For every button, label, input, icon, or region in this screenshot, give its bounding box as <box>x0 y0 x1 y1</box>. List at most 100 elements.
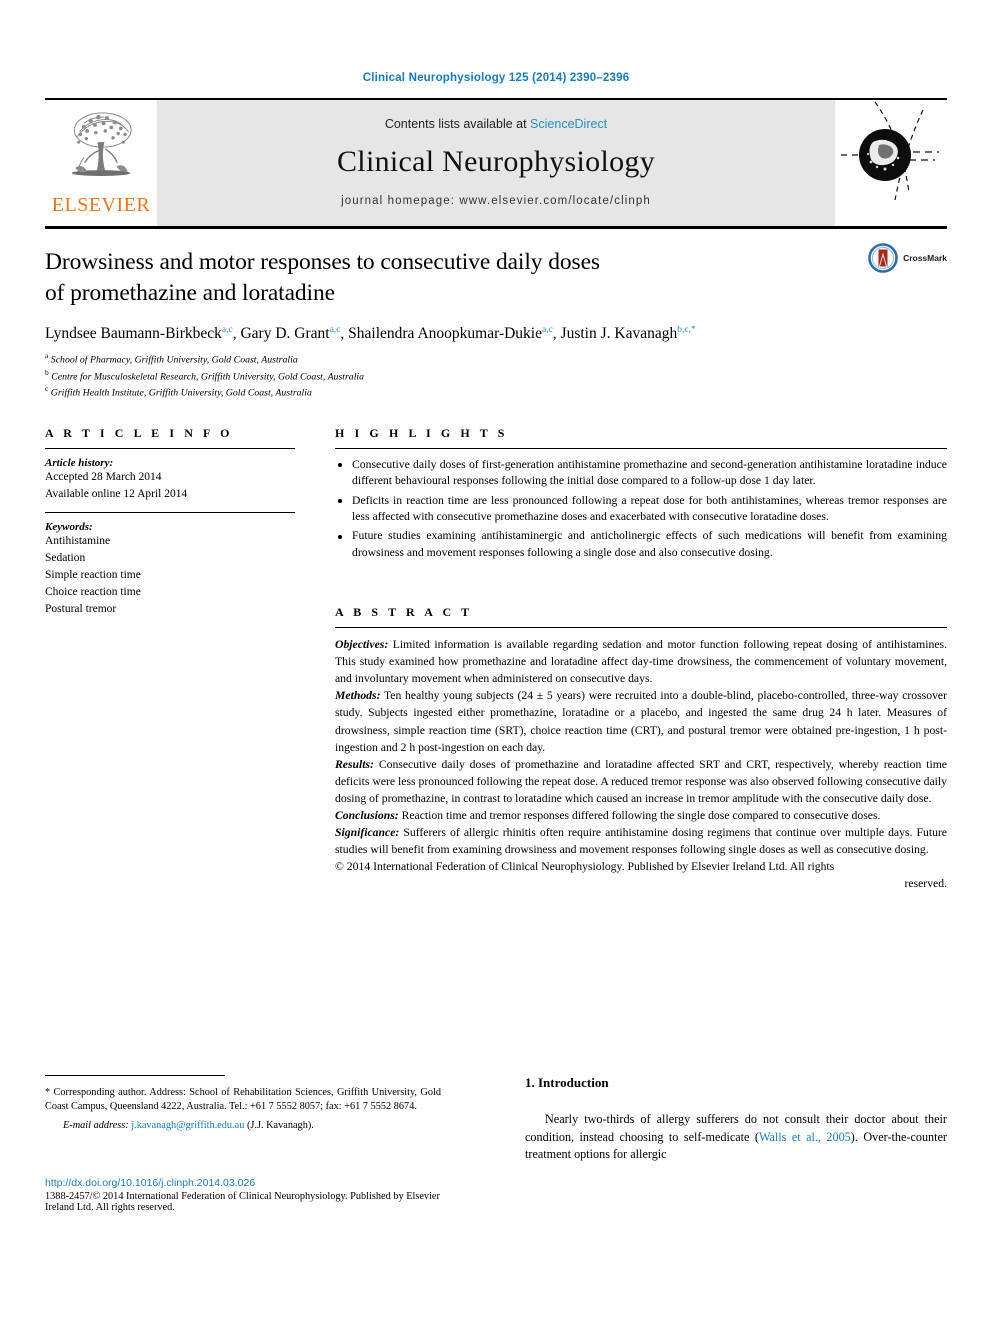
author-affil-marks: a,c <box>221 325 233 336</box>
divider <box>335 627 947 629</box>
abstract-section: Conclusions: Reaction time and tremor re… <box>335 807 947 824</box>
footnote-column: * Corresponding author. Address: School … <box>45 1075 465 1213</box>
abstract-heading: A B S T R A C T <box>335 605 473 620</box>
highlights-abstract-column: H I G H L I G H T S Consecutive daily do… <box>313 426 947 892</box>
divider <box>45 511 295 513</box>
email-owner: (J.J. Kavanagh). <box>246 1119 314 1131</box>
elsevier-tree-icon <box>71 112 132 177</box>
journal-homepage-line[interactable]: journal homepage: www.elsevier.com/locat… <box>341 195 651 207</box>
journal-title: Clinical Neurophysiology <box>337 145 655 178</box>
abstract-section-text: Sufferers of allergic rhinitis often req… <box>335 826 947 857</box>
running-head: Clinical Neurophysiology 125 (2014) 2390… <box>362 72 630 84</box>
introduction-heading: 1. Introduction <box>525 1075 609 1090</box>
article-info-heading: A R T I C L E I N F O <box>45 425 234 440</box>
abstract-section-text: Limited information is available regardi… <box>335 638 947 686</box>
highlight-item: Consecutive daily doses of first-generat… <box>335 457 947 490</box>
affiliation-mark: b <box>45 367 49 377</box>
title-line-1: Drowsiness and motor responses to consec… <box>45 249 600 275</box>
author[interactable]: Justin J. Kavanaghb,c,* <box>561 325 696 342</box>
page-bottom: * Corresponding author. Address: School … <box>45 1075 947 1213</box>
article-history-label: Article history: <box>45 456 114 469</box>
contents-prefix: Contents lists available at <box>384 117 531 131</box>
affiliation-list: a School of Pharmacy, Griffith Universit… <box>45 351 947 400</box>
copyright-last: reserved. <box>904 877 947 891</box>
keyword-item: Postural tremor <box>45 603 117 615</box>
article-history-item: Available online 12 April 2014 <box>45 487 188 500</box>
page-title: Drowsiness and motor responses to consec… <box>45 247 827 308</box>
info-columns: A R T I C L E I N F O Article history: A… <box>45 426 947 892</box>
author-list: Lyndsee Baumann-Birkbecka,c, Gary D. Gra… <box>45 324 947 344</box>
abstract-section-text: Reaction time and tremor responses diffe… <box>398 808 881 822</box>
abstract-section-label: Conclusions: <box>335 808 399 822</box>
author[interactable]: Shailendra Anoopkumar-Dukiea,c <box>348 325 553 342</box>
affiliation-text: Griffith Health Institute, Griffith Univ… <box>50 387 312 398</box>
abstract-copyright: © 2014 International Federation of Clini… <box>335 858 947 892</box>
author-separator: , <box>340 325 349 343</box>
brain-sphere-icon <box>841 101 939 201</box>
keyword-item: Simple reaction time <box>45 568 141 581</box>
author-name: Lyndsee Baumann-Birkbeck <box>45 325 222 343</box>
elsevier-logo: ELSEVIER <box>45 100 157 226</box>
copyright-main: © 2014 International Federation of Clini… <box>335 860 835 874</box>
author[interactable]: Gary D. Granta,c <box>240 325 340 342</box>
highlight-item: Future studies examining antihistaminerg… <box>335 528 947 561</box>
affiliation: c Griffith Health Institute, Griffith Un… <box>45 384 947 400</box>
keyword-item: Choice reaction time <box>45 585 141 598</box>
author-affil-marks: a,c <box>541 325 553 336</box>
email-link[interactable]: j.kavanagh@griffith.edu.au <box>131 1120 244 1131</box>
abstract-section-label: Results: <box>335 757 374 771</box>
affiliation: b Centre for Musculoskeletal Research, G… <box>45 368 947 384</box>
sciencedirect-link[interactable]: ScienceDirect <box>530 117 607 131</box>
crossmark-label: CrossMark <box>903 253 947 263</box>
crossmark-badge[interactable]: CrossMark <box>868 243 947 273</box>
affiliation-mark: a <box>45 351 49 361</box>
title-line-2: of promethazine and loratadine <box>45 279 335 306</box>
footnote-rule <box>45 1075 225 1076</box>
issn-copyright-line: 1388-2457/© 2014 International Federatio… <box>45 1191 440 1214</box>
abstract-section: Results: Consecutive daily doses of prom… <box>335 756 947 807</box>
abstract-block: A B S T R A C T Objectives: Limited info… <box>335 605 947 892</box>
title-block: CrossMark Drowsiness and motor responses… <box>45 243 947 400</box>
author-affil-marks: a,c <box>329 325 341 336</box>
author-separator: , <box>552 325 561 343</box>
author-affil-marks: b,c,* <box>677 325 696 336</box>
abstract-section-text: Ten healthy young subjects (24 ± 5 years… <box>335 689 947 754</box>
author-name: Justin J. Kavanagh <box>560 325 678 343</box>
divider <box>335 447 947 449</box>
abstract-section: Methods: Ten healthy young subjects (24 … <box>335 687 947 755</box>
abstract-section-text: Consecutive daily doses of promethazine … <box>335 757 947 805</box>
keywords-label: Keywords: <box>45 520 93 533</box>
highlights-heading: H I G H L I G H T S <box>335 425 508 440</box>
affiliation-text: Centre for Musculoskeletal Research, Gri… <box>51 370 365 382</box>
affiliation: a School of Pharmacy, Griffith Universit… <box>45 351 947 367</box>
affiliation-text: School of Pharmacy, Griffith University,… <box>50 354 298 366</box>
corresponding-author-note: * Corresponding author. Address: School … <box>45 1087 441 1113</box>
journal-cover-thumbnail <box>835 100 947 226</box>
author-name: Shailendra Anoopkumar-Dukie <box>348 325 542 343</box>
divider <box>45 447 295 449</box>
email-note: E-mail address: j.kavanagh@griffith.edu.… <box>45 1119 441 1133</box>
journal-masthead: ELSEVIER Contents lists available at Sci… <box>45 98 947 226</box>
affiliation-mark: c <box>45 383 49 393</box>
keyword-item: Sedation <box>45 551 86 564</box>
abstract-section-label: Methods: <box>335 689 381 703</box>
abstract-section-label: Significance: <box>335 826 400 840</box>
elsevier-wordmark: ELSEVIER <box>51 194 151 216</box>
author[interactable]: Lyndsee Baumann-Birkbecka,c <box>45 325 233 342</box>
masthead-center: Contents lists available at ScienceDirec… <box>157 100 835 226</box>
masthead-bottom-rule <box>45 226 947 229</box>
doi-link[interactable]: http://dx.doi.org/10.1016/j.clinph.2014.… <box>45 1177 441 1189</box>
crossmark-icon <box>868 243 898 273</box>
introduction-paragraph: Nearly two-thirds of allergy sufferers d… <box>525 1111 947 1164</box>
abstract-section-label: Objectives: <box>335 638 389 652</box>
abstract-section: Objectives: Limited information is avail… <box>335 636 947 687</box>
highlight-item: Deficits in reaction time are less prono… <box>335 493 947 526</box>
abstract-section: Significance: Sufferers of allergic rhin… <box>335 824 947 858</box>
abstract-body: Objectives: Limited information is avail… <box>335 636 947 892</box>
keyword-item: Antihistamine <box>45 534 111 547</box>
citation-link[interactable]: Walls et al., 2005 <box>759 1130 851 1144</box>
article-history-item: Accepted 28 March 2014 <box>45 470 162 483</box>
article-info-column: A R T I C L E I N F O Article history: A… <box>45 426 313 892</box>
email-label: E-mail address: <box>63 1119 129 1131</box>
contents-available-line: Contents lists available at ScienceDirec… <box>385 117 607 131</box>
